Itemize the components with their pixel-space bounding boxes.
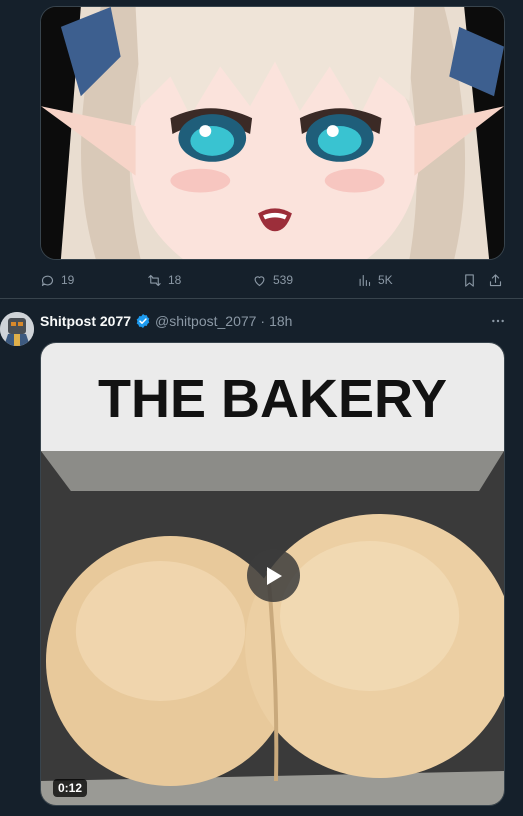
more-options-button[interactable] xyxy=(488,312,508,330)
reply-icon xyxy=(41,275,54,286)
post-header: Shitpost 2077 @shitpost_2077 · 18h xyxy=(40,312,500,330)
views-count: 5K xyxy=(378,273,393,287)
like-icon xyxy=(254,275,265,286)
like-button[interactable]: 539 xyxy=(252,273,293,288)
handle[interactable]: @shitpost_2077 xyxy=(155,313,256,329)
repost-icon xyxy=(148,274,161,286)
verified-icon xyxy=(136,314,150,328)
repost-button[interactable]: 18 xyxy=(147,273,181,288)
display-name[interactable]: Shitpost 2077 xyxy=(40,313,131,329)
video-banner: THE BAKERY xyxy=(41,343,504,451)
bookmark-button[interactable] xyxy=(462,273,477,288)
post-time[interactable]: 18h xyxy=(269,313,292,329)
repost-count: 18 xyxy=(168,273,182,287)
post-divider xyxy=(0,298,523,299)
dough-image xyxy=(41,451,504,805)
views-button[interactable]: 5K xyxy=(357,273,393,288)
like-count: 539 xyxy=(273,273,294,287)
avatar-image xyxy=(0,312,34,346)
avatar[interactable] xyxy=(0,312,34,346)
views-icon xyxy=(359,274,371,286)
post-image[interactable] xyxy=(40,6,505,260)
bookmark-icon xyxy=(465,273,474,287)
video-player[interactable]: THE BAKERY 0:12 xyxy=(40,342,505,806)
reply-button[interactable]: 19 xyxy=(40,273,74,288)
more-icon xyxy=(492,319,504,323)
share-button[interactable] xyxy=(488,273,503,288)
play-icon xyxy=(266,566,282,585)
video-duration: 0:12 xyxy=(53,779,88,797)
reply-count: 19 xyxy=(61,273,75,287)
post-actions: 19 18 539 5K xyxy=(40,270,505,290)
play-button[interactable] xyxy=(247,549,300,602)
verified-badge[interactable] xyxy=(135,313,151,329)
header-separator: · xyxy=(260,313,266,329)
anime-character-image xyxy=(41,7,504,259)
share-icon xyxy=(489,273,502,286)
banner-text: THE BAKERY xyxy=(97,369,448,429)
